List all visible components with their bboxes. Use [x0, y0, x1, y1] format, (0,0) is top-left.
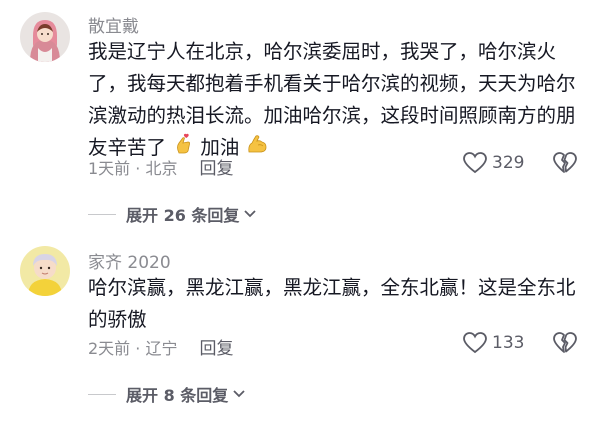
time-location: 1天前 · 北京	[88, 158, 178, 178]
flexed-biceps-emoji-icon	[246, 133, 268, 165]
time-location: 2天前 · 辽宁	[88, 338, 178, 358]
avatar[interactable]	[20, 12, 70, 62]
dislike-button[interactable]	[552, 151, 578, 179]
expand-replies-button[interactable]: 展开 8 条回复	[88, 382, 246, 406]
avatar[interactable]	[20, 246, 70, 296]
comment-item: 散宜戴 我是辽宁人在北京，哈尔滨委屈时，我哭了，哈尔滨火了，我每天都抱着手机看关…	[0, 0, 600, 225]
expand-replies-label: 展开 26 条回复	[126, 206, 240, 225]
expand-replies-button[interactable]: 展开 26 条回复	[88, 202, 257, 226]
boy-avatar-icon	[20, 246, 70, 296]
username[interactable]: 家齐 2020	[88, 248, 171, 273]
girl-avatar-icon	[20, 12, 70, 62]
comment-text: 哈尔滨赢，黑龙江赢，黑龙江赢，全东北赢！这是全东北的骄傲	[88, 276, 576, 331]
comment-text: 我是辽宁人在北京，哈尔滨委屈时，我哭了，哈尔滨火了，我每天都抱着手机看关于哈尔滨…	[88, 36, 588, 165]
chevron-down-icon	[233, 390, 245, 398]
dislike-button[interactable]	[552, 331, 578, 359]
broken-heart-icon	[553, 152, 577, 173]
heart-icon	[463, 152, 487, 174]
broken-heart-icon	[553, 332, 577, 353]
comment-text-body: 我是辽宁人在北京，哈尔滨委屈时，我哭了，哈尔滨火了，我每天都抱着手机看关于哈尔滨…	[88, 40, 576, 159]
comment-meta: 2天前 · 辽宁 回复	[88, 334, 233, 360]
reply-button[interactable]: 回复	[199, 334, 233, 359]
divider	[88, 393, 116, 395]
comment-item: 家齐 2020 哈尔滨赢，黑龙江赢，黑龙江赢，全东北赢！这是全东北的骄傲 2天前…	[0, 240, 600, 425]
chevron-down-icon	[244, 210, 257, 218]
username[interactable]: 散宜戴	[88, 12, 139, 37]
comment-meta: 1天前 · 北京 回复	[88, 154, 233, 180]
expand-replies-label: 展开 8 条回复	[126, 386, 229, 405]
like-button[interactable]: 133	[462, 331, 524, 355]
like-count: 133	[492, 333, 525, 353]
like-count: 329	[492, 153, 525, 173]
divider	[88, 213, 116, 215]
reply-button[interactable]: 回复	[199, 154, 233, 179]
like-button[interactable]: 329	[462, 151, 524, 175]
heart-icon	[463, 332, 487, 354]
